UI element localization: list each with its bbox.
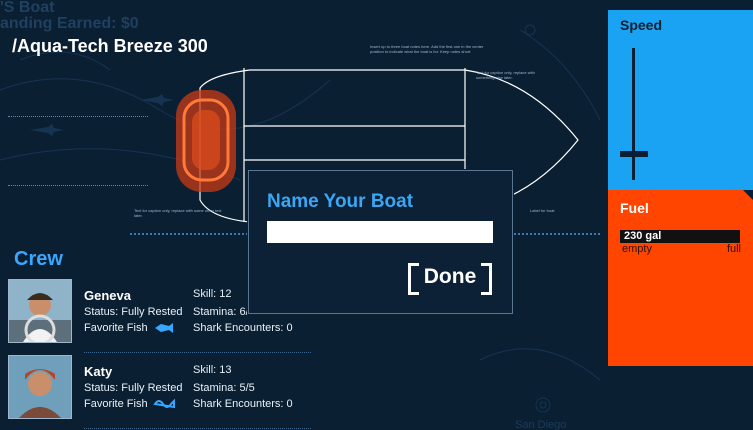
crew-skill: Skill: 12 xyxy=(193,288,232,300)
crew-skill: Skill: 13 xyxy=(193,364,232,376)
fuel-label: Fuel xyxy=(620,200,649,216)
crew-shark-encounters: Shark Encounters: 0 xyxy=(193,398,293,410)
blueprint-note-bottom-left: Text for caption only, replace with some… xyxy=(134,208,222,218)
fuel-full-label: full xyxy=(726,243,741,255)
crew-heading: Crew xyxy=(14,248,63,270)
name-boat-dialog: Name Your Boat Done xyxy=(248,170,513,314)
fuel-gauge: 230 gal xyxy=(620,230,740,243)
blueprint-note-right: Text for caption only, replace with some… xyxy=(476,70,535,80)
crew-stamina: Stamina: 6/6 xyxy=(193,306,255,318)
fuel-amount: 230 gal xyxy=(624,230,662,242)
crew-stamina: Stamina: 5/5 xyxy=(193,382,255,394)
speed-panel: Speed xyxy=(608,10,753,190)
dialog-title: Name Your Boat xyxy=(267,191,414,212)
crew-card[interactable]: Katy Status: Fully Rested Favorite Fish … xyxy=(8,355,311,429)
fuel-panel: Fuel 230 gal empty full xyxy=(608,190,753,366)
crew-status: Status: Fully Rested xyxy=(84,306,183,318)
crew-name: Katy xyxy=(84,364,113,379)
boat-name-input[interactable] xyxy=(267,221,493,243)
blueprint-note-top: Insert up to three boat notes here. Add … xyxy=(370,44,484,54)
crew-favorite-fish-label: Favorite Fish xyxy=(84,398,148,410)
speed-slider-track[interactable] xyxy=(632,48,635,180)
fuel-panel-corner xyxy=(743,190,753,200)
crew-photo xyxy=(8,279,72,343)
done-button[interactable]: Done xyxy=(408,263,492,295)
crew-name: Geneva xyxy=(84,288,131,303)
fuel-empty-label: empty xyxy=(622,243,652,255)
blueprint-note-bottom-right: Label for boat xyxy=(530,208,555,213)
fish-icon xyxy=(155,323,173,333)
crew-favorite-fish-label: Favorite Fish xyxy=(84,322,148,334)
crew-photo xyxy=(8,355,72,419)
speed-label: Speed xyxy=(620,17,663,33)
dotted-divider xyxy=(8,185,148,186)
engine-highlight[interactable] xyxy=(174,88,238,194)
dotted-divider xyxy=(8,116,148,117)
crew-divider xyxy=(84,428,311,429)
crew-status: Status: Fully Rested xyxy=(84,382,183,394)
crew-divider xyxy=(84,352,311,353)
speed-slider-thumb[interactable] xyxy=(620,150,648,157)
done-button-label: Done xyxy=(423,265,477,288)
crew-shark-encounters: Shark Encounters: 0 xyxy=(193,322,293,334)
fish-icon xyxy=(153,398,175,409)
map-city-label: San Diego xyxy=(515,419,566,430)
